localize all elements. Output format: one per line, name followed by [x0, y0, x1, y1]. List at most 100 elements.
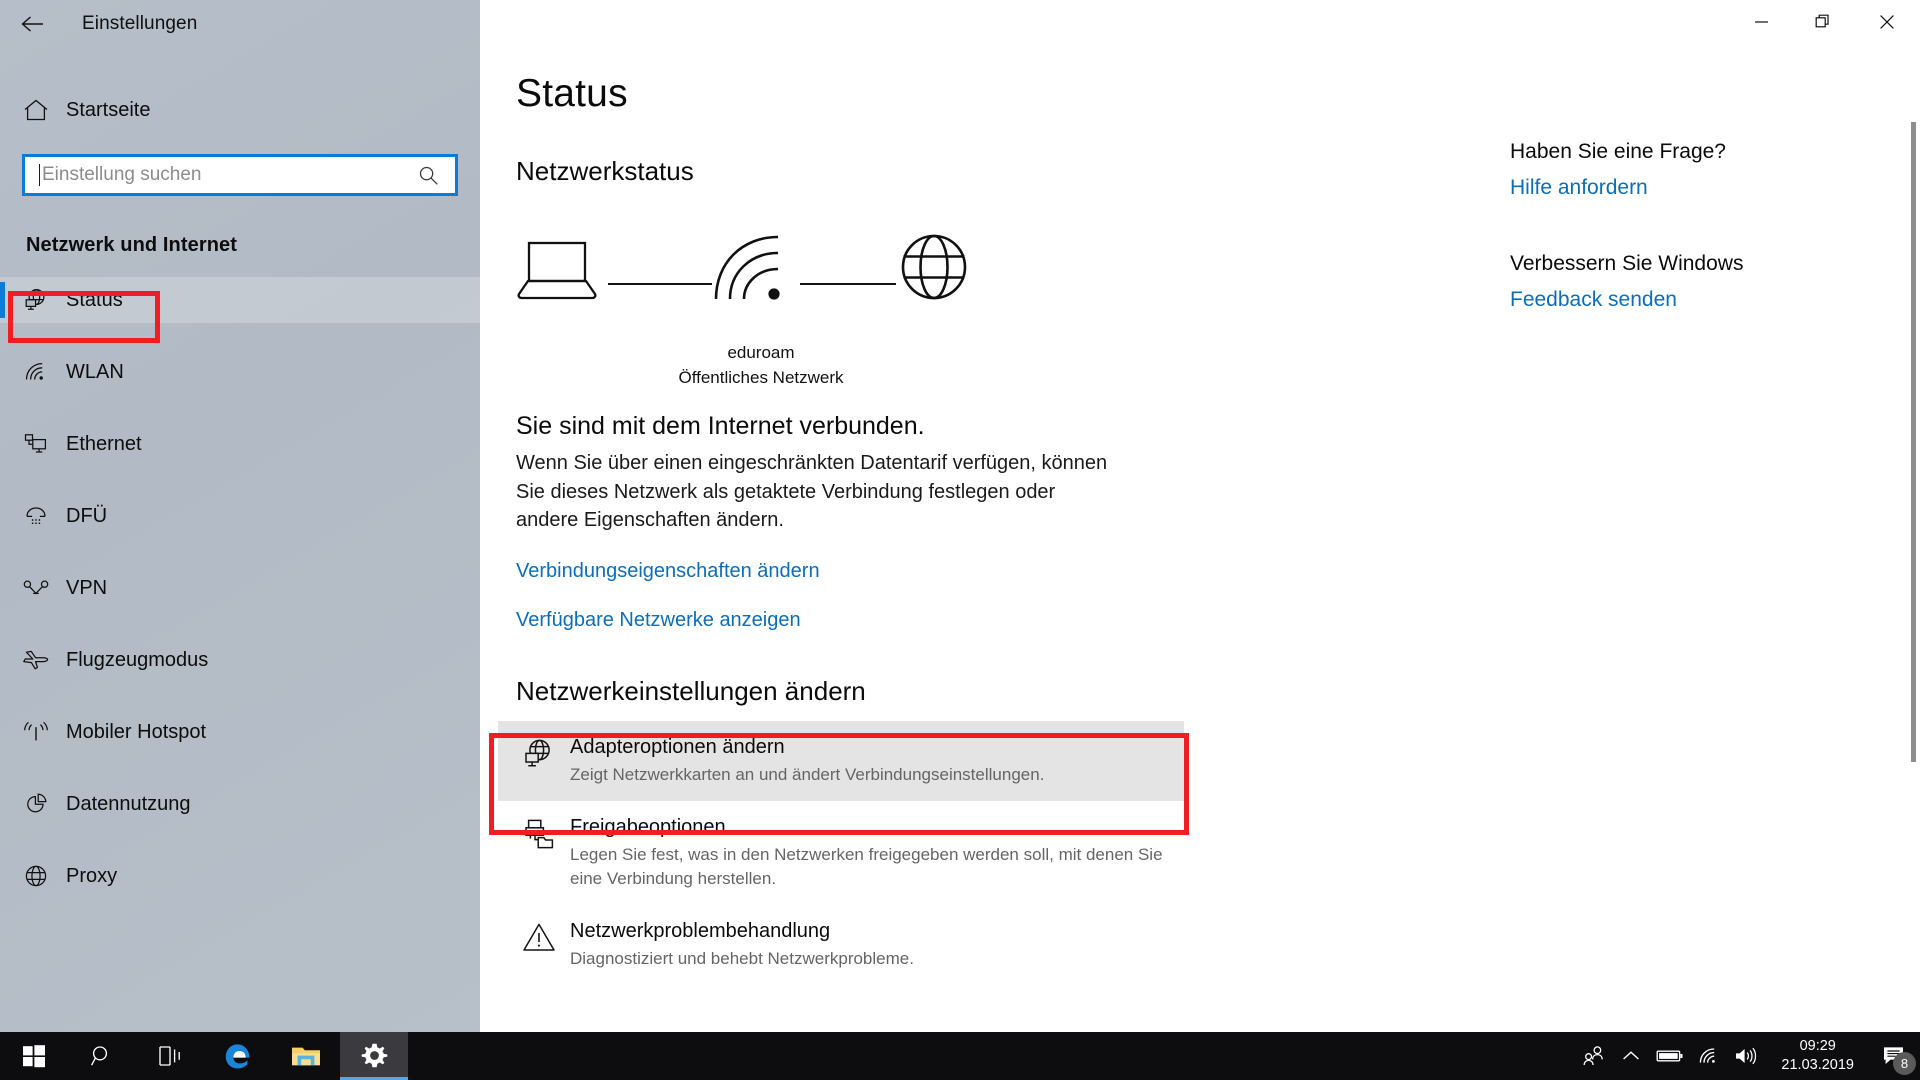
globe-icon — [14, 863, 58, 889]
option-title: Freigabeoptionen — [570, 816, 726, 839]
diagram-link-right — [800, 283, 896, 285]
taskbar: 09:29 21.03.2019 8 — [0, 1032, 1920, 1080]
network-name: eduroam — [727, 343, 795, 362]
sidebar-item-status[interactable]: Status — [0, 277, 480, 323]
option-netzwerkproblembehandlung[interactable]: Netzwerkproblembehandlung Diagnostiziert… — [498, 905, 1184, 985]
globe-monitor-icon — [14, 287, 58, 313]
battery-icon[interactable] — [1649, 1032, 1691, 1080]
minimize-button[interactable] — [1730, 0, 1792, 44]
network-type: Öffentliches Netzwerk — [678, 367, 844, 387]
diagram-link-left — [608, 283, 712, 285]
sidebar-item-datennutzung-label: Datennutzung — [66, 792, 191, 815]
sidebar-item-dfue[interactable]: DFÜ — [0, 493, 480, 539]
wifi-icon — [710, 225, 790, 314]
sidebar-item-vpn[interactable]: VPN — [0, 565, 480, 611]
ethernet-icon — [14, 432, 58, 456]
connection-status-text: Sie sind mit dem Internet verbunden. — [516, 412, 925, 441]
warning-triangle-icon — [516, 919, 562, 953]
scrollbar-track[interactable] — [1906, 0, 1920, 1032]
section-heading-change-settings: Netzwerkeinstellungen ändern — [516, 676, 866, 707]
option-title: Netzwerkproblembehandlung — [570, 920, 831, 943]
sidebar-item-proxy[interactable]: Proxy — [0, 853, 480, 899]
sidebar-item-home-label: Startseite — [66, 98, 151, 121]
window-controls — [1730, 0, 1920, 44]
help-column: Haben Sie eine Frage? Hilfe anfordern Ve… — [1510, 140, 1870, 364]
wifi-icon — [14, 360, 58, 384]
vpn-icon — [14, 577, 58, 599]
hotspot-icon — [14, 720, 58, 744]
sidebar-item-ethernet-label: Ethernet — [66, 432, 142, 455]
settings-options-list: Adapteroptionen ändern Zeigt Netzwerkkar… — [480, 721, 1920, 984]
edge-browser-icon[interactable] — [204, 1032, 272, 1080]
search-icon[interactable] — [418, 165, 455, 186]
speaker-icon[interactable] — [1727, 1032, 1765, 1080]
option-text-block: Netzwerkproblembehandlung Diagnostiziert… — [570, 919, 914, 971]
send-feedback-link[interactable]: Feedback senden — [1510, 288, 1870, 312]
network-diagram-labels: eduroam Öffentliches Netzwerk — [516, 341, 996, 390]
help-question-title: Haben Sie eine Frage? — [1510, 140, 1726, 163]
sidebar-item-dfue-label: DFÜ — [66, 504, 108, 527]
task-view-icon[interactable] — [136, 1032, 204, 1080]
sidebar-item-wlan-label: WLAN — [66, 360, 124, 383]
help-block-improve: Verbessern Sie Windows Feedback senden — [1510, 252, 1870, 312]
sidebar-item-flugzeugmodus-label: Flugzeugmodus — [66, 648, 209, 671]
option-subtitle: Diagnostiziert und behebt Netzwerkproble… — [570, 948, 914, 968]
settings-gear-icon[interactable] — [340, 1032, 408, 1080]
system-tray: 09:29 21.03.2019 8 — [1575, 1032, 1920, 1080]
option-title: Adapteroptionen ändern — [570, 736, 785, 759]
option-text-block: Freigabeoptionen Legen Sie fest, was in … — [570, 815, 1168, 891]
option-freigabeoptionen[interactable]: Freigabeoptionen Legen Sie fest, was in … — [498, 801, 1184, 905]
sidebar-item-ethernet[interactable]: Ethernet — [0, 421, 480, 467]
taskbar-clock[interactable]: 09:29 21.03.2019 — [1765, 1032, 1868, 1080]
sidebar-item-mobiler-hotspot-label: Mobiler Hotspot — [66, 720, 207, 743]
window-title: Einstellungen — [82, 13, 198, 34]
dialup-icon — [14, 504, 58, 528]
search-input-wrapper[interactable] — [22, 154, 458, 196]
chevron-up-icon[interactable] — [1613, 1032, 1649, 1080]
share-folder-icon — [516, 815, 562, 851]
search-icon[interactable] — [68, 1032, 136, 1080]
network-diagram — [516, 225, 996, 335]
pie-chart-icon — [14, 792, 58, 816]
windows-start-icon[interactable] — [0, 1032, 68, 1080]
globe-monitor-icon — [516, 735, 562, 771]
sidebar-item-home[interactable]: Startseite — [0, 84, 480, 136]
people-icon[interactable] — [1575, 1032, 1613, 1080]
window-titlebar: Einstellungen — [0, 0, 480, 48]
connection-description-text: Wenn Sie über einen eingeschränkten Date… — [516, 452, 1108, 532]
globe-icon — [896, 229, 972, 310]
sidebar-item-datennutzung[interactable]: Datennutzung — [0, 781, 480, 827]
clock-date: 21.03.2019 — [1781, 1057, 1854, 1073]
link-connection-properties[interactable]: Verbindungseigenschaften ändern — [516, 560, 820, 583]
sidebar-nav-list: Status WLAN Ethernet DFÜ VPN Flugzeugmod… — [0, 277, 480, 899]
sidebar-item-wlan[interactable]: WLAN — [0, 349, 480, 395]
notification-count-badge: 8 — [1893, 1052, 1916, 1075]
notification-icon[interactable]: 8 — [1868, 1032, 1920, 1080]
sidebar-category-title: Netzwerk und Internet — [26, 234, 238, 256]
option-subtitle: Legen Sie fest, was in den Netzwerken fr… — [570, 844, 1163, 888]
option-subtitle: Zeigt Netzwerkkarten an und ändert Verbi… — [570, 765, 1045, 785]
sidebar: Einstellungen Startseite Netzwerk und In… — [0, 0, 480, 1032]
clock-time: 09:29 — [1799, 1038, 1836, 1055]
help-improve-title: Verbessern Sie Windows — [1510, 252, 1744, 275]
link-available-networks[interactable]: Verfügbare Netzwerke anzeigen — [516, 609, 801, 632]
airplane-icon — [14, 648, 58, 672]
scrollbar-thumb[interactable] — [1911, 122, 1916, 762]
help-request-link[interactable]: Hilfe anfordern — [1510, 176, 1870, 200]
home-icon — [14, 98, 58, 122]
main-content: Status Netzwerkstatus eduroam Öffentlich… — [480, 0, 1920, 1032]
wifi-icon[interactable] — [1691, 1032, 1727, 1080]
help-block-question: Haben Sie eine Frage? Hilfe anfordern — [1510, 140, 1870, 200]
file-explorer-icon[interactable] — [272, 1032, 340, 1080]
sidebar-item-flugzeugmodus[interactable]: Flugzeugmodus — [0, 637, 480, 683]
restore-button[interactable] — [1792, 0, 1854, 44]
sidebar-item-status-label: Status — [66, 288, 123, 311]
search-input[interactable] — [40, 164, 418, 186]
back-arrow-icon[interactable] — [8, 1, 56, 47]
sidebar-item-mobiler-hotspot[interactable]: Mobiler Hotspot — [0, 709, 480, 755]
settings-window: Einstellungen Startseite Netzwerk und In… — [0, 0, 1920, 1080]
sidebar-item-proxy-label: Proxy — [66, 864, 118, 887]
sidebar-item-vpn-label: VPN — [66, 576, 108, 599]
option-adapteroptionen[interactable]: Adapteroptionen ändern Zeigt Netzwerkkar… — [498, 721, 1184, 802]
page-title: Status — [516, 72, 628, 115]
